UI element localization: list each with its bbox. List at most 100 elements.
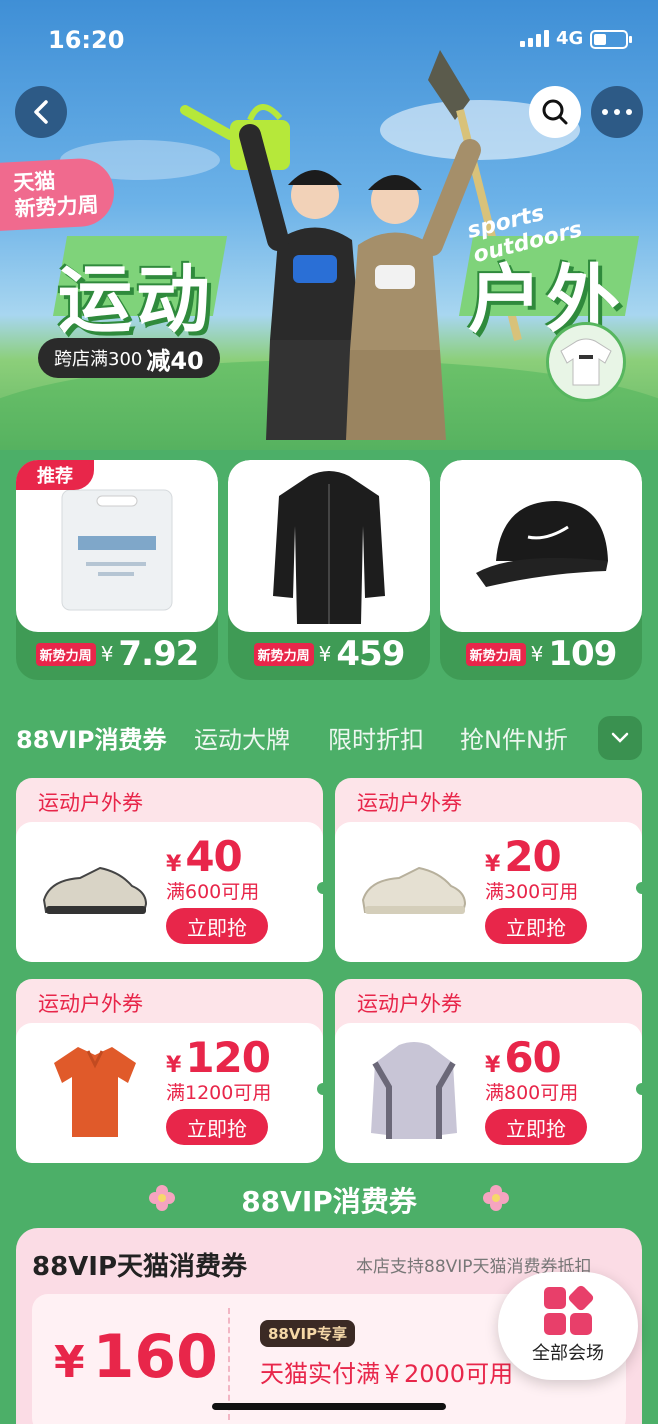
towel-pack-icon [61,489,173,611]
coupon-card[interactable]: 运动户外券 ¥ 40 满600可用 立即抢 [16,778,323,962]
coupon-notch [636,882,642,894]
back-button[interactable] [15,86,67,138]
coupon-amount: ¥ 60 [485,1033,562,1082]
vip-exclusive-badge: 88VIP专享 [260,1320,356,1347]
new-power-badge: 新势力周 [465,642,526,666]
expand-tabs-button[interactable] [598,716,642,760]
chevron-left-icon [34,100,48,124]
coupon-product-image [30,1041,160,1141]
product-image [228,460,430,632]
tab-fade [560,712,600,764]
search-icon [542,99,568,125]
tab-flash-discount[interactable]: 限时折扣 [328,720,424,755]
status-time: 16:20 [48,26,125,54]
vip-section-title: 88VIP消费券 [241,1185,417,1218]
product-card[interactable]: 推荐 新势力周 ¥ 7.92 [16,460,218,680]
coupon-amount: ¥ 20 [485,832,562,881]
claim-button[interactable]: 立即抢 [166,1109,268,1145]
flower-icon [483,1185,509,1211]
claim-button[interactable]: 立即抢 [166,908,268,944]
coupon-value: 120 [185,1033,271,1082]
vip-condition: 天猫实付满￥2000可用 [260,1360,514,1388]
coupon-condition: 满300可用 [485,881,579,903]
more-dot-icon [626,109,632,115]
coupon-title: 运动户外券 [38,791,143,815]
coupon-body: ¥ 20 满300可用 立即抢 [335,822,642,962]
currency: ¥ [100,642,114,666]
coupon-title: 运动户外券 [357,992,462,1016]
event-tag: 天猫 新势力周 [0,156,116,232]
more-dot-icon [602,109,608,115]
grid-icon [544,1283,596,1335]
battery-icon [590,30,632,49]
coupon-notch [636,1083,642,1095]
coupon-value: 60 [504,1033,561,1082]
home-indicator[interactable] [212,1403,446,1410]
hoodie-icon [560,338,612,386]
coupon-condition: 满800可用 [485,1082,579,1104]
more-button[interactable] [591,86,643,138]
coupon-value: 40 [185,832,242,881]
category-tabs: 88VIP消费券 运动大牌 限时折扣 抢N件N折 [0,712,658,764]
currency: ¥ [485,852,501,877]
product-price: 109 [548,634,617,674]
coupon-product-image [30,840,160,940]
sneaker-icon [42,866,148,914]
coupon-body: ¥ 60 满800可用 立即抢 [335,1023,642,1163]
discount-amount: 减40 [146,346,204,375]
tab-sports-brands[interactable]: 运动大牌 [194,720,290,755]
currency: ¥ [485,1053,501,1078]
coupon-product-image [349,1041,479,1141]
coupon-amount: ¥ 40 [166,832,243,881]
vip-card-name: 88VIP天猫消费券 [32,1252,248,1282]
product-card[interactable]: 新势力周 ¥ 459 [228,460,430,680]
currency: ¥ [318,642,332,666]
claim-button[interactable]: 立即抢 [485,908,587,944]
coupon-card[interactable]: 运动户外券 ¥ 20 满300可用 立即抢 [335,778,642,962]
signal-icon [520,30,549,47]
coupon-amount: ¥ 120 [166,1033,271,1082]
hoodie-thumbnail[interactable] [546,322,626,402]
coupon-value: 20 [504,832,561,881]
coupon-product-image [349,840,479,940]
chevron-down-icon [611,732,629,743]
coupon-notch [317,882,323,894]
hero-title-left: 运动 [58,257,214,343]
status-bar: 16:20 4G [0,0,658,80]
currency: ¥ [54,1337,85,1388]
coupon-card[interactable]: 运动户外券 ¥ 120 满1200可用 立即抢 [16,979,323,1163]
coupon-body: ¥ 40 满600可用 立即抢 [16,822,323,962]
coupon-condition: 满600可用 [166,881,260,903]
product-row: 推荐 新势力周 ¥ 7.92 新势力周 ¥ 459 新势力周 ¥ 109 [16,460,642,680]
recommend-tag: 推荐 [16,460,94,490]
claim-button[interactable]: 立即抢 [485,1109,587,1145]
jacket-icon [371,1042,457,1139]
coupon-condition: 满1200可用 [166,1082,272,1104]
new-power-badge: 新势力周 [253,642,314,666]
event-tag-line2: 新势力周 [14,192,100,222]
search-button[interactable] [529,86,581,138]
coupon-title: 运动户外券 [38,992,143,1016]
price-row: 新势力周 ¥ 459 [228,634,430,674]
product-price: 7.92 [118,634,199,674]
tab-multi-buy[interactable]: 抢N件N折 [460,720,568,755]
product-card[interactable]: 新势力周 ¥ 109 [440,460,642,680]
product-price: 459 [336,634,405,674]
vip-value: 160 [92,1322,218,1392]
discount-prefix: 跨店满300 [54,349,143,370]
network-type: 4G [556,28,584,49]
coupon-body: ¥ 120 满1200可用 立即抢 [16,1023,323,1163]
polo-shirt-icon [54,1047,136,1137]
discount-pill: 跨店满300 减40 [38,338,220,378]
coupon-notch [317,1083,323,1095]
price-row: 新势力周 ¥ 109 [440,634,642,674]
tab-88vip[interactable]: 88VIP消费券 [16,720,167,755]
coupon-card[interactable]: 运动户外券 ¥ 60 满800可用 立即抢 [335,979,642,1163]
vip-amount: ¥ 160 [54,1322,218,1392]
cap-icon [476,501,608,587]
sneaker-icon [361,866,467,914]
product-image [440,460,642,632]
all-venues-button[interactable]: 全部会场 [498,1272,638,1380]
new-power-badge: 新势力周 [35,642,96,666]
hero-banner[interactable]: 运动 户外 sports outdoors 天猫 新势力周 跨店满300 减40… [0,0,658,450]
